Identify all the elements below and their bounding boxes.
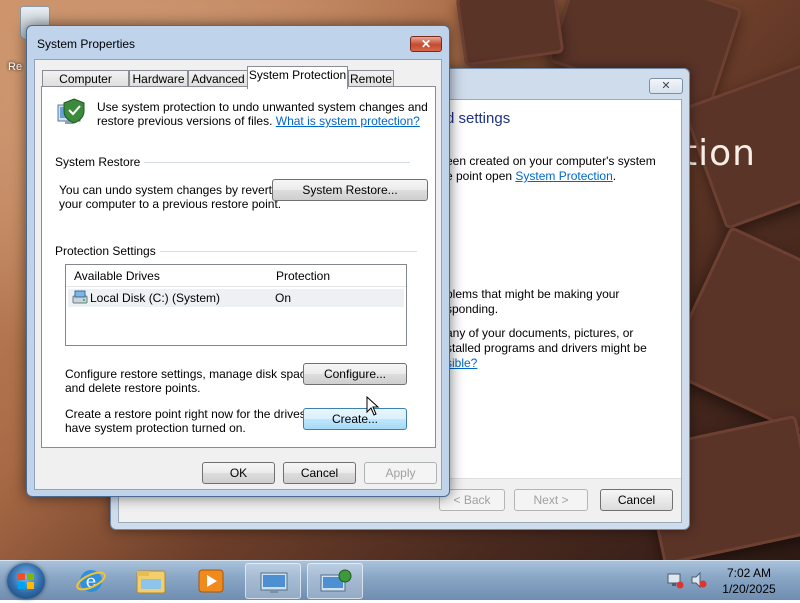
create-description: Create a restore point right now for the… xyxy=(65,407,329,435)
system-protection-icon xyxy=(57,98,85,124)
start-button[interactable] xyxy=(7,563,45,599)
system-restore-taskbar-icon xyxy=(320,569,352,592)
close-button[interactable]: ✕ xyxy=(410,36,442,52)
internet-explorer-icon: e xyxy=(76,570,106,592)
wizard-para3-line2: stalled programs and drivers might be xyxy=(446,341,647,355)
wizard-para3-link[interactable]: sible? xyxy=(446,356,477,370)
window-client-area: Computer Name Hardware Advanced System P… xyxy=(34,59,442,490)
intro-line2-wrap: restore previous versions of files. What… xyxy=(97,114,428,128)
configure-line1: Configure restore settings, manage disk … xyxy=(65,367,316,381)
mouse-cursor-icon xyxy=(366,396,380,416)
system-restore-heading: System Restore xyxy=(55,155,145,169)
wizard-para2-line1: blems that might be making your xyxy=(446,287,620,301)
column-available-drives[interactable]: Available Drives xyxy=(74,269,160,283)
wizard-paragraph-1: een created on your computer's system e … xyxy=(446,154,656,184)
media-player-icon xyxy=(198,569,224,593)
ok-button[interactable]: OK xyxy=(202,462,275,484)
configure-button[interactable]: Configure... xyxy=(303,363,407,385)
configure-description: Configure restore settings, manage disk … xyxy=(65,367,316,395)
system-restore-description: You can undo system changes by reverting… xyxy=(59,183,288,211)
wizard-para3-line1: any of your documents, pictures, or xyxy=(446,326,634,340)
cancel-button[interactable]: Cancel xyxy=(283,462,356,484)
wizard-para2-line2: sponding. xyxy=(446,302,499,316)
column-protection[interactable]: Protection xyxy=(276,269,330,283)
volume-muted-tray-icon[interactable] xyxy=(690,571,708,589)
list-header: Available Drives Protection xyxy=(66,265,406,287)
wizard-cancel-button[interactable]: Cancel xyxy=(600,489,673,511)
intro-line2: restore previous versions of files. xyxy=(97,114,273,128)
apply-button[interactable]: Apply xyxy=(364,462,437,484)
wizard-para1-prefix: e point open xyxy=(446,169,516,183)
window-title: System Properties xyxy=(37,37,136,51)
drive-name: Local Disk (C:) (System) xyxy=(90,291,221,305)
create-line1: Create a restore point right now for the… xyxy=(65,407,330,421)
system-properties-window[interactable]: System Properties ✕ Computer Name Hardwa… xyxy=(26,25,450,497)
recycle-bin-label: Re xyxy=(8,61,23,73)
wizard-paragraph-2: blems that might be making your sponding… xyxy=(446,287,619,317)
folder-icon xyxy=(136,570,166,594)
available-drives-list[interactable]: Available Drives Protection Local Disk (… xyxy=(65,264,407,346)
tray-time: 7:02 AM xyxy=(726,566,772,580)
create-button[interactable]: Create... xyxy=(303,408,407,430)
taskbar-system-restore[interactable] xyxy=(307,563,363,599)
wizard-heading: d settings xyxy=(446,110,511,127)
wizard-next-button[interactable]: Next > xyxy=(514,489,588,511)
drive-row[interactable]: Local Disk (C:) (System) On xyxy=(68,289,404,307)
taskbar-media-player[interactable] xyxy=(183,563,239,599)
drive-protection-status: On xyxy=(275,291,292,305)
network-tray-icon[interactable] xyxy=(666,571,684,589)
what-is-system-protection-link[interactable]: What is system protection? xyxy=(276,114,420,128)
intro-line1: Use system protection to undo unwanted s… xyxy=(97,100,428,114)
system-properties-taskbar-icon xyxy=(260,572,288,593)
tray-date: 1/20/2025 xyxy=(722,582,776,596)
protection-settings-heading: Protection Settings xyxy=(55,244,160,258)
local-disk-icon xyxy=(72,290,88,304)
create-line2: have system protection turned on. xyxy=(65,421,246,435)
wizard-paragraph-3: any of your documents, pictures, or stal… xyxy=(446,326,647,371)
system-restore-button[interactable]: System Restore... xyxy=(272,179,428,201)
wizard-para1-line2: e point open System Protection. xyxy=(446,169,656,184)
taskbar-system-properties[interactable] xyxy=(245,563,301,599)
intro-text: Use system protection to undo unwanted s… xyxy=(97,100,428,128)
tab-system-protection[interactable]: System Protection xyxy=(247,66,348,89)
configure-line2: and delete restore points. xyxy=(65,381,201,395)
wizard-para1-line1: een created on your computer's system xyxy=(446,154,656,168)
taskbar: e 7:02 AM 1/20/2025 xyxy=(0,560,800,600)
windows-logo-icon xyxy=(18,573,34,589)
system-restore-desc-line1: You can undo system changes by reverting xyxy=(59,183,289,197)
wizard-close-button[interactable]: ✕ xyxy=(649,78,683,94)
taskbar-windows-explorer[interactable] xyxy=(123,563,179,599)
system-protection-link[interactable]: System Protection xyxy=(515,169,612,183)
wizard-para1-suffix: . xyxy=(612,169,617,183)
system-restore-desc-line2: your computer to a previous restore poin… xyxy=(59,197,282,211)
system-protection-panel: Use system protection to undo unwanted s… xyxy=(41,86,436,448)
tray-clock[interactable]: 7:02 AM 1/20/2025 xyxy=(714,565,784,597)
taskbar-internet-explorer[interactable]: e xyxy=(63,563,119,599)
